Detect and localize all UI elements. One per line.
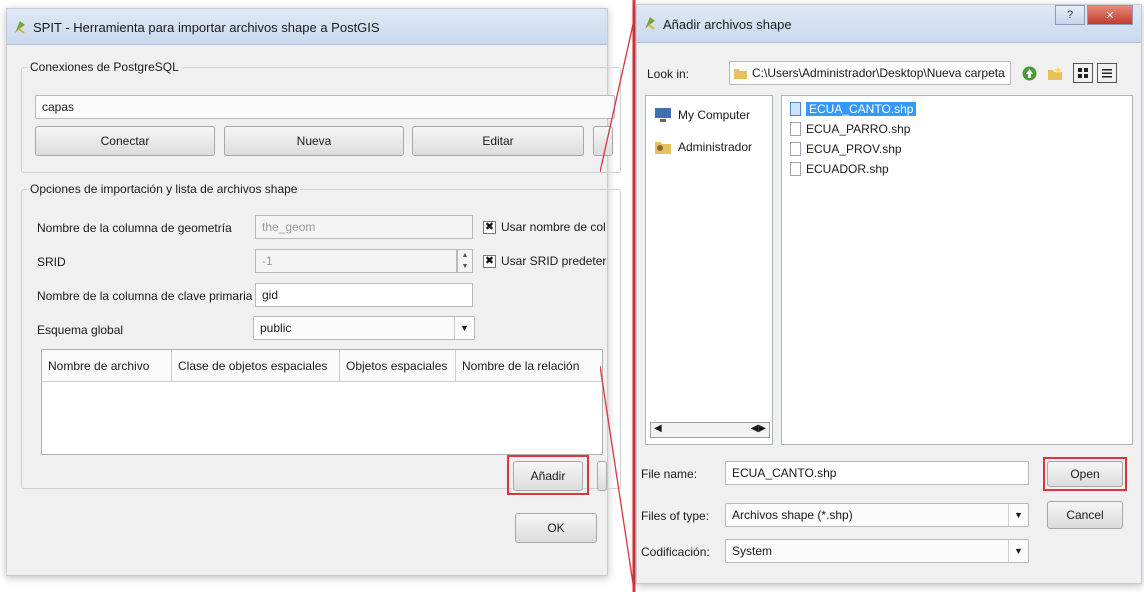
dropdown-arrow-icon: ▼ xyxy=(1008,504,1028,526)
look-in-select[interactable]: C:\Users\Administrador\Desktop\Nueva car… xyxy=(729,61,1011,85)
connector-lines xyxy=(600,0,636,592)
file-item-0[interactable]: ECUA_CANTO.shp xyxy=(790,100,917,118)
file-item-2[interactable]: ECUA_PROV.shp xyxy=(790,140,902,158)
add-button-highlight xyxy=(507,455,589,495)
pk-label: Nombre de la columna de clave primaria xyxy=(37,289,253,303)
place-administrador[interactable]: Administrador xyxy=(654,138,752,156)
encoding-select[interactable]: System ▼ xyxy=(725,539,1029,563)
use-default-geom-label: Usar nombre de col xyxy=(501,220,606,234)
srid-spinner[interactable]: ▲ ▼ xyxy=(457,249,473,273)
header-file-name[interactable]: Nombre de archivo xyxy=(42,350,172,381)
encoding-value: System xyxy=(732,544,773,558)
place-my-computer[interactable]: My Computer xyxy=(654,106,750,124)
folder-icon xyxy=(734,69,747,79)
places-sidebar: My Computer Administrador ◀ ◀▶ xyxy=(645,95,773,445)
computer-icon xyxy=(655,108,671,122)
scroll-left-icon[interactable]: ◀ xyxy=(654,423,662,434)
dropdown-arrow-icon: ▼ xyxy=(454,317,474,339)
files-of-type-select[interactable]: Archivos shape (*.shp) ▼ xyxy=(725,503,1029,527)
file-icon xyxy=(790,162,801,176)
new-folder-icon[interactable] xyxy=(1045,63,1065,83)
ok-button[interactable]: OK xyxy=(515,513,597,543)
connect-button[interactable]: Conectar xyxy=(35,126,215,156)
srid-label: SRID xyxy=(37,255,66,269)
srid-field[interactable]: -1 xyxy=(255,249,457,273)
qgis-logo-icon xyxy=(15,21,25,34)
file-icon xyxy=(790,122,801,136)
file-item-1[interactable]: ECUA_PARRO.shp xyxy=(790,120,910,138)
up-folder-icon[interactable] xyxy=(1019,63,1039,83)
add-shapefiles-dialog: Añadir archivos shape ? ✕ Look in: C:\Us… xyxy=(636,4,1142,584)
close-icon[interactable]: ✕ xyxy=(1087,5,1133,25)
file-item-1-label: ECUA_PARRO.shp xyxy=(806,122,911,136)
sidebar-scrollbar[interactable]: ◀ ◀▶ xyxy=(650,422,770,438)
look-in-label: Look in: xyxy=(647,67,690,81)
dropdown-arrow-icon: ▼ xyxy=(1008,540,1028,562)
spit-import-window: SPIT - Herramienta para importar archivo… xyxy=(6,8,621,576)
schema-select-value: public xyxy=(260,321,292,335)
new-connection-button[interactable]: Nueva xyxy=(224,126,404,156)
header-feature-class[interactable]: Clase de objetos espaciales xyxy=(172,350,340,381)
open-button-highlight xyxy=(1043,457,1127,491)
connection-select-value: capas xyxy=(42,100,75,114)
list-view-icon[interactable] xyxy=(1073,63,1093,83)
pk-value: gid xyxy=(262,288,279,302)
shapefile-table[interactable]: Nombre de archivo Clase de objetos espac… xyxy=(41,349,603,455)
connection-select[interactable]: capas xyxy=(35,95,615,119)
user-folder-icon xyxy=(655,142,671,154)
dialog-titlebar[interactable]: Añadir archivos shape ? ✕ xyxy=(637,5,1141,43)
dialog-title: Añadir archivos shape xyxy=(663,17,792,32)
file-item-3[interactable]: ECUADOR.shp xyxy=(790,160,889,178)
edit-connection-button[interactable]: Editar xyxy=(412,126,584,156)
geom-column-value: the_geom xyxy=(262,220,316,234)
detail-view-icon[interactable] xyxy=(1097,63,1117,83)
pk-field[interactable]: gid xyxy=(255,283,473,307)
scroll-right-icon[interactable]: ◀▶ xyxy=(751,423,766,434)
connections-group-legend: Conexiones de PostgreSQL xyxy=(27,60,182,74)
file-item-0-label: ECUA_CANTO.shp xyxy=(806,102,917,116)
geom-column-field[interactable]: the_geom xyxy=(255,215,473,239)
file-name-label: File name: xyxy=(641,467,698,481)
options-group-legend: Opciones de importación y lista de archi… xyxy=(27,182,301,196)
place-my-computer-label: My Computer xyxy=(678,108,751,122)
place-administrador-label: Administrador xyxy=(678,140,753,154)
encoding-label: Codificación: xyxy=(641,545,710,559)
window-title: SPIT - Herramienta para importar archivo… xyxy=(33,20,380,35)
help-icon[interactable]: ? xyxy=(1055,5,1085,25)
file-name-value: ECUA_CANTO.shp xyxy=(732,466,837,480)
table-header: Nombre de archivo Clase de objetos espac… xyxy=(42,350,602,382)
use-default-geom-checkbox[interactable]: ✖ xyxy=(483,221,496,234)
srid-value: -1 xyxy=(262,254,273,268)
files-of-type-value: Archivos shape (*.shp) xyxy=(732,508,853,522)
spit-titlebar[interactable]: SPIT - Herramienta para importar archivo… xyxy=(7,9,607,45)
header-relation-name[interactable]: Nombre de la relación xyxy=(456,350,602,381)
file-icon xyxy=(790,142,801,156)
header-features[interactable]: Objetos espaciales xyxy=(340,350,456,381)
look-in-path: C:\Users\Administrador\Desktop\Nueva car… xyxy=(752,66,1005,80)
schema-select[interactable]: public ▼ xyxy=(253,316,475,340)
use-default-srid-checkbox[interactable]: ✖ xyxy=(483,255,496,268)
cancel-button[interactable]: Cancel xyxy=(1047,501,1123,529)
geom-column-label: Nombre de la columna de geometría xyxy=(37,221,232,235)
qgis-logo-icon xyxy=(645,17,655,30)
file-name-input[interactable]: ECUA_CANTO.shp xyxy=(725,461,1029,485)
files-of-type-label: Files of type: xyxy=(641,509,710,523)
file-item-2-label: ECUA_PROV.shp xyxy=(806,142,902,156)
connections-group xyxy=(21,67,621,173)
file-list[interactable]: ECUA_CANTO.shp ECUA_PARRO.shp ECUA_PROV.… xyxy=(781,95,1133,445)
use-default-srid-label: Usar SRID predeter xyxy=(501,254,607,268)
file-item-3-label: ECUADOR.shp xyxy=(806,162,889,176)
file-icon xyxy=(790,102,801,116)
schema-label: Esquema global xyxy=(37,323,124,337)
